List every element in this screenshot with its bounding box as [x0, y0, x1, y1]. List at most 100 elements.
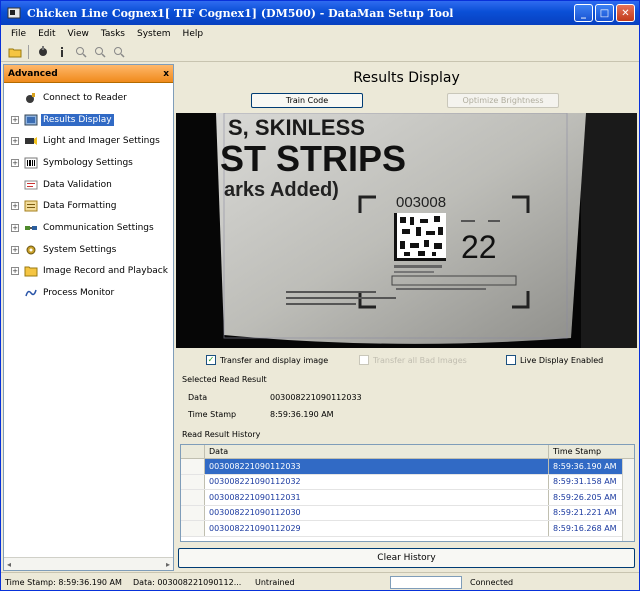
row-selector[interactable]	[181, 521, 205, 536]
results-panel: Results Display Train Code Optimize Brig…	[176, 64, 637, 571]
image-text-line2: ST STRIPS	[220, 138, 406, 179]
time-stamp-value: 8:59:36.190 AM	[270, 410, 334, 419]
captured-image: S, SKINLESS ST STRIPS arks Added) 003008	[176, 113, 637, 348]
table-row[interactable]: 003008221090112031 8:59:26.205 AM	[181, 490, 634, 506]
menu-help[interactable]: Help	[177, 29, 210, 39]
menu-edit[interactable]: Edit	[32, 29, 61, 39]
transfer-image-option[interactable]: ✓ Transfer and display image	[206, 354, 328, 366]
cell-data: 003008221090112031	[205, 490, 549, 505]
row-selector[interactable]	[181, 459, 205, 474]
optimize-brightness-button[interactable]: Optimize Brightness	[447, 93, 559, 108]
column-header-time-stamp[interactable]: Time Stamp	[549, 445, 634, 458]
data-value: 003008221090112033	[270, 393, 362, 402]
tree-item-label: Image Record and Playback	[43, 266, 168, 277]
table-header: Data Time Stamp	[181, 445, 634, 459]
communication-icon	[24, 222, 38, 234]
tree-item-label: Connect to Reader	[43, 92, 127, 103]
expand-icon[interactable]: +	[11, 115, 19, 124]
status-connection: Connected	[470, 577, 514, 587]
expand-icon[interactable]: +	[11, 223, 19, 232]
image-code-number: 003008	[396, 194, 446, 211]
tree-item-label: System Settings	[43, 244, 117, 255]
horizontal-scrollbar[interactable]: ◂ ▸	[4, 557, 173, 570]
task-panel: Advanced x Connect to Reader + Results Dis…	[3, 64, 174, 571]
task-tree: Connect to Reader + Results Display + Light …	[4, 83, 173, 304]
data-matrix-code	[394, 213, 446, 261]
toolbar	[1, 42, 639, 62]
clear-history-button[interactable]: Clear History	[178, 548, 635, 568]
expand-icon[interactable]: +	[11, 245, 19, 254]
live-display-checkbox[interactable]	[506, 355, 516, 365]
tree-item-label: Light and Imager Settings	[43, 136, 160, 147]
zoom-in-icon[interactable]	[73, 44, 88, 59]
status-training: Untrained	[255, 577, 295, 587]
minimize-icon: _	[581, 7, 586, 19]
expand-icon[interactable]: +	[11, 267, 19, 276]
menu-file[interactable]: File	[5, 29, 32, 39]
tree-item-symbology-settings[interactable]: + Symbology Settings	[4, 152, 173, 174]
history-table: Data Time Stamp 003008221090112033 8:59:3…	[180, 444, 635, 542]
menu-system[interactable]: System	[131, 29, 177, 39]
column-header-data[interactable]: Data	[205, 445, 549, 458]
minimize-button[interactable]: _	[574, 4, 593, 22]
scroll-right-icon[interactable]: ▸	[166, 560, 170, 569]
transfer-image-label: Transfer and display image	[220, 355, 329, 365]
status-data: Data: 003008221090112...	[133, 577, 242, 587]
table-row[interactable]: 003008221090112033 8:59:36.190 AM	[181, 459, 634, 475]
table-row[interactable]: 003008221090112030 8:59:21.221 AM	[181, 505, 634, 521]
tree-item-label: Data Formatting	[43, 201, 117, 212]
panel-close-icon[interactable]: x	[163, 69, 169, 79]
tree-item-data-validation[interactable]: Data Validation	[4, 174, 173, 196]
expand-icon[interactable]: +	[11, 202, 19, 211]
time-stamp-label: Time Stamp	[188, 410, 237, 419]
row-selector[interactable]	[181, 490, 205, 505]
tree-item-image-record-and-playback[interactable]: + Image Record and Playback	[4, 261, 173, 283]
tree-item-data-formatting[interactable]: + Data Formatting	[4, 195, 173, 217]
transfer-all-option[interactable]: Transfer all Bad Images	[359, 354, 467, 366]
menu-view[interactable]: View	[62, 29, 95, 39]
row-selector-header	[181, 445, 205, 458]
tree-item-communication-settings[interactable]: + Communication Settings	[4, 217, 173, 239]
tree-item-system-settings[interactable]: + System Settings	[4, 239, 173, 261]
live-display-option[interactable]: Live Display Enabled	[506, 354, 603, 366]
image-text-line3: arks Added)	[224, 179, 339, 201]
open-folder-icon[interactable]	[7, 44, 22, 59]
table-row[interactable]: 003008221090112032 8:59:31.158 AM	[181, 474, 634, 490]
expand-icon[interactable]: +	[11, 137, 19, 146]
panel-title: Advanced	[8, 68, 58, 79]
transfer-image-checkbox[interactable]: ✓	[206, 355, 216, 365]
info-icon[interactable]	[54, 44, 69, 59]
connect-icon	[24, 92, 38, 104]
page-title: Results Display	[353, 70, 460, 86]
scroll-left-icon[interactable]: ◂	[7, 560, 11, 569]
tree-item-process-monitor[interactable]: Process Monitor	[4, 282, 173, 304]
title-bar[interactable]: Chicken Line Cognex1[ TIF Cognex1] (DM50…	[1, 1, 639, 25]
train-code-button[interactable]: Train Code	[251, 93, 363, 108]
tree-item-label: Data Validation	[43, 179, 112, 190]
tree-item-results-display[interactable]: + Results Display	[4, 109, 173, 131]
monitor-icon	[24, 287, 38, 299]
status-time-stamp: Time Stamp: 8:59:36.190 AM	[5, 577, 122, 587]
tree-item-light-and-imager-settings[interactable]: + Light and Imager Settings	[4, 130, 173, 152]
row-selector[interactable]	[181, 474, 205, 489]
menu-tasks[interactable]: Tasks	[95, 29, 131, 39]
image-big-number: 22	[461, 229, 497, 265]
connect-icon[interactable]	[35, 44, 50, 59]
tree-item-connect-to-reader[interactable]: Connect to Reader	[4, 87, 173, 109]
table-body: 003008221090112033 8:59:36.190 AM 00300822…	[181, 459, 634, 537]
table-row[interactable]: 003008221090112029 8:59:16.268 AM	[181, 521, 634, 537]
vertical-scrollbar[interactable]	[622, 459, 634, 541]
system-icon	[24, 244, 38, 256]
zoom-fit-icon[interactable]	[111, 44, 126, 59]
zoom-out-icon[interactable]	[92, 44, 107, 59]
expand-icon[interactable]: +	[11, 158, 19, 167]
row-selector[interactable]	[181, 505, 205, 520]
transfer-all-checkbox[interactable]	[359, 355, 369, 365]
status-bar: Time Stamp: 8:59:36.190 AM Data: 0030082…	[1, 572, 639, 591]
close-button[interactable]: ✕	[616, 4, 635, 22]
maximize-button[interactable]: □	[595, 4, 614, 22]
toolbar-divider	[28, 44, 29, 59]
app-window: Chicken Line Cognex1[ TIF Cognex1] (DM50…	[0, 0, 640, 591]
